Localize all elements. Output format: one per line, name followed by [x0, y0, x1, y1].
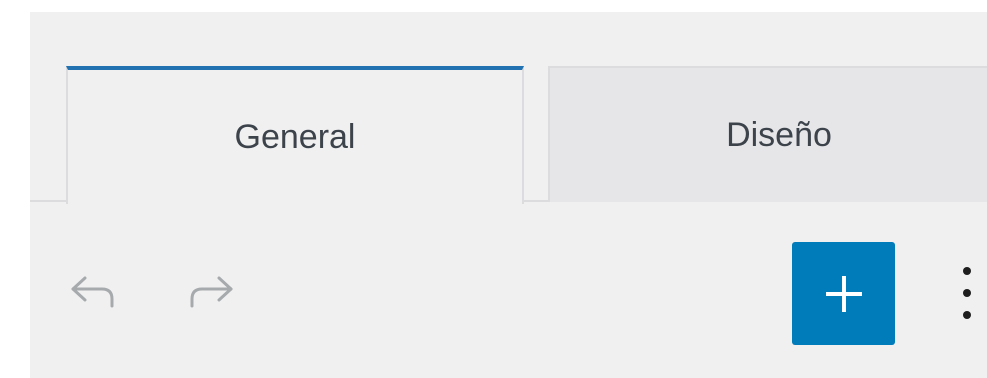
undo-arrow-icon	[71, 276, 114, 308]
undo-button[interactable]	[68, 270, 118, 314]
tab-general[interactable]: General	[66, 66, 524, 204]
plus-icon	[825, 275, 862, 312]
redo-button[interactable]	[186, 270, 236, 314]
tab-bar: General Diseño	[30, 12, 987, 204]
settings-panel: General Diseño	[30, 12, 987, 378]
tab-diseno-label: Diseño	[726, 115, 832, 154]
tab-general-label: General	[234, 117, 356, 156]
more-options-button[interactable]	[952, 260, 982, 326]
vertical-ellipsis-icon	[963, 267, 971, 319]
add-block-button[interactable]	[792, 242, 895, 345]
tab-diseno[interactable]: Diseño	[548, 66, 987, 202]
redo-arrow-icon	[190, 276, 233, 308]
editor-toolbar	[30, 202, 987, 378]
